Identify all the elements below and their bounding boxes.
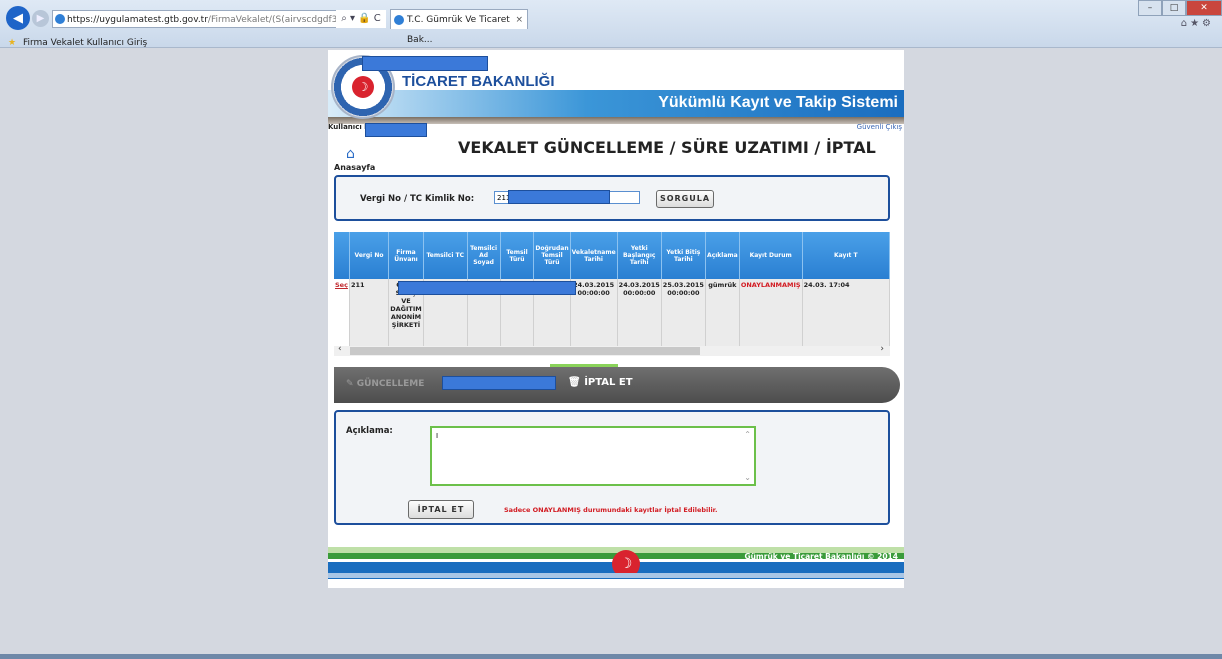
copyright: Gümrük ve Ticaret Bakanlığı © 2014 xyxy=(744,552,898,561)
cancel-tab-button[interactable]: 🗑 İPTAL ET xyxy=(568,377,633,388)
scroll-thumb[interactable] xyxy=(350,347,700,355)
cell-start-date: 24.03.2015 00:00:00 xyxy=(617,279,662,351)
close-button[interactable]: ✕ xyxy=(1186,0,1222,16)
address-controls[interactable]: ⌕ ▾ 🔒 C xyxy=(336,10,386,28)
redaction-box xyxy=(365,123,427,137)
col-header-record-date[interactable]: Kayıt T xyxy=(802,232,890,279)
favorite-link[interactable]: Firma Vekalet Kullanıcı Giriş xyxy=(23,38,147,48)
scroll-left-icon[interactable]: ‹ xyxy=(338,344,342,354)
horizontal-scrollbar[interactable]: ‹ › xyxy=(334,344,890,356)
col-header-power-date[interactable]: Vekaletname Tarihi xyxy=(570,232,618,279)
description-textarea[interactable]: I ⌃ ⌄ xyxy=(430,426,756,486)
browser-tab[interactable]: T.C. Gümrük Ve Ticaret Bak... × xyxy=(390,9,528,45)
col-header-status[interactable]: Kayıt Durum xyxy=(739,232,803,279)
col-header-direct-type[interactable]: Doğrudan Temsil Türü xyxy=(533,232,571,279)
results-grid: Vergi No Firma Ünvanı Temsilci TC Temsil… xyxy=(334,232,890,356)
redaction-box xyxy=(442,376,556,390)
select-link[interactable]: Seç xyxy=(334,279,350,351)
minimize-button[interactable]: – xyxy=(1138,0,1162,16)
cancel-button[interactable]: İPTAL ET xyxy=(408,500,474,519)
back-button[interactable]: ◀ xyxy=(6,6,30,30)
org-name: TİCARET BAKANLIĞI xyxy=(402,73,555,90)
cell-description: gümrük xyxy=(705,279,740,351)
description-text: I xyxy=(436,432,439,440)
favorites-bar: ★ Firma Vekalet Kullanıcı Giriş xyxy=(0,36,147,50)
url-prefix: https:// xyxy=(67,15,100,25)
footer-band xyxy=(328,573,904,578)
query-button[interactable]: SORGULA xyxy=(656,190,714,208)
update-button[interactable]: ✎ GÜNCELLEME xyxy=(346,379,424,389)
action-bar: ✎ GÜNCELLEME 🗑 İPTAL ET xyxy=(334,364,900,403)
window-controls: – □ ✕ xyxy=(1138,0,1222,16)
browser-toolbar: ◀ ▶ https://uygulamatest.gtb.gov.tr/Firm… xyxy=(0,0,1222,48)
col-header-rep-name[interactable]: Temsilci Ad Soyad xyxy=(467,232,501,279)
site-header: ☽ TİCARET BAKANLIĞI Yükümlü Kayıt ve Tak… xyxy=(328,50,904,126)
cancel-warning: Sadece ONAYLANMIŞ durumundaki kayıtlar İ… xyxy=(504,506,718,514)
system-title: Yükümlü Kayıt ve Takip Sistemi xyxy=(658,94,898,111)
url-host: uygulamatest.gtb.gov.tr xyxy=(99,15,208,25)
crescent-star-icon: ☽ xyxy=(352,76,374,98)
search-panel: Vergi No / TC Kimlik No: 211 SORGULA xyxy=(334,175,890,221)
site-footer: ☽ Gümrük ve Ticaret Bakanlığı © 2014 xyxy=(328,547,904,579)
page-title: VEKALET GÜNCELLEME / SÜRE UZATIMI / İPTA… xyxy=(458,138,876,157)
col-header-tax-no[interactable]: Vergi No xyxy=(349,232,390,279)
update-label: GÜNCELLEME xyxy=(356,379,425,389)
forward-button[interactable]: ▶ xyxy=(32,10,49,27)
browser-tools-icons[interactable]: ⌂★⚙ xyxy=(1181,18,1214,29)
cell-power-date: 24.03.2015 00:00:00 xyxy=(570,279,618,351)
back-arrow-icon: ◀ xyxy=(13,10,23,26)
col-header-rep-type[interactable]: Temsil Türü xyxy=(500,232,535,279)
logout-link[interactable]: Güvenli Çıkış xyxy=(857,123,902,131)
tax-id-label: Vergi No / TC Kimlik No: xyxy=(360,194,475,204)
col-header-company[interactable]: Firma Ünvanı xyxy=(388,232,424,279)
web-page: ☽ TİCARET BAKANLIĞI Yükümlü Kayıt ve Tak… xyxy=(328,50,904,588)
pencil-icon: ✎ xyxy=(346,379,357,389)
redaction-box xyxy=(362,56,488,71)
forward-arrow-icon: ▶ xyxy=(36,13,45,24)
cancel-tab-label: İPTAL ET xyxy=(584,377,633,388)
home-icon[interactable]: ⌂ xyxy=(346,146,355,162)
maximize-button[interactable]: □ xyxy=(1162,0,1186,16)
cell-status: ONAYLANMAMIŞ xyxy=(739,279,803,351)
cell-end-date: 25.03.2015 00:00:00 xyxy=(661,279,706,351)
grid-header-row: Vergi No Firma Ünvanı Temsilci TC Temsil… xyxy=(334,232,890,279)
description-label: Açıklama: xyxy=(346,426,393,436)
redaction-box xyxy=(398,281,576,295)
redaction-box xyxy=(508,190,610,204)
home-link[interactable]: Anasayfa xyxy=(334,163,375,172)
tab-close-icon[interactable]: × xyxy=(515,10,523,30)
tab-title: T.C. Gümrük Ve Ticaret Bak... xyxy=(407,15,510,45)
cancel-panel: Açıklama: I ⌃ ⌄ İPTAL ET Sadece ONAYLANM… xyxy=(334,410,890,525)
cell-record-date: 24.03. 17:04 xyxy=(802,279,890,351)
trash-icon: 🗑 xyxy=(568,377,585,388)
ie-page-icon xyxy=(55,14,65,24)
user-row: Kullanıcı No:3 Güvenli Çıkış xyxy=(328,123,904,137)
os-taskbar xyxy=(0,654,1222,659)
textarea-scroll-up-icon[interactable]: ⌃ xyxy=(744,430,751,439)
col-header-rep-tc[interactable]: Temsilci TC xyxy=(423,232,468,279)
favorites-star-icon[interactable]: ★ xyxy=(8,38,16,48)
col-header-end-date[interactable]: Yetki Bitiş Tarihi xyxy=(661,232,706,279)
cell-tax-no: 211 xyxy=(349,279,390,351)
col-header-description[interactable]: Açıklama xyxy=(705,232,740,279)
tab-favicon-icon xyxy=(394,15,404,25)
scroll-right-icon[interactable]: › xyxy=(880,344,884,354)
active-indicator xyxy=(550,364,618,367)
textarea-scroll-down-icon[interactable]: ⌄ xyxy=(744,473,751,482)
col-header-select xyxy=(334,232,350,279)
col-header-start-date[interactable]: Yetki Başlangıç Tarihi xyxy=(617,232,662,279)
